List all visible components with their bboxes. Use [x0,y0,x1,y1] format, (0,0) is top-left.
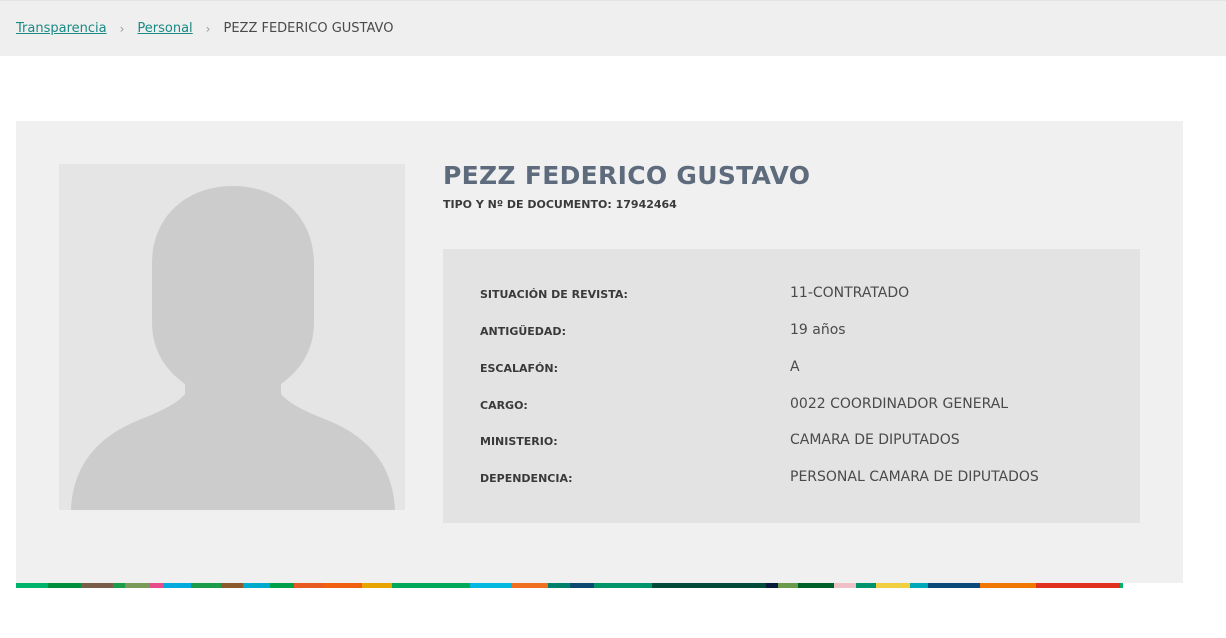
stripe-segment [876,583,910,588]
stripe-segment [928,583,980,588]
details-panel: SITUACIÓN DE REVISTA: 11-CONTRATADO ANTI… [443,249,1140,523]
stripe-segment [980,583,1036,588]
stripe-segment [243,583,270,588]
stripe-segment [548,583,570,588]
detail-row-antiguedad: ANTIGÜEDAD: 19 años [480,322,1120,342]
document-line: TIPO Y Nº DE DOCUMENTO: 17942464 [443,198,677,211]
stripe-segment [164,583,191,588]
detail-row-dependencia: DEPENDENCIA: PERSONAL CAMARA DE DIPUTADO… [480,469,1120,489]
color-stripe-divider [16,583,1183,588]
stripe-segment [270,583,294,588]
detail-row-cargo: CARGO: 0022 COORDINADOR GENERAL [480,396,1120,416]
stripe-segment [125,583,150,588]
detail-value: 11-CONTRATADO [790,285,910,301]
detail-row-ministerio: MINISTERIO: CAMARA DE DIPUTADOS [480,432,1120,452]
avatar-placeholder-icon [59,164,405,510]
detail-value: PERSONAL CAMARA DE DIPUTADOS [790,469,1039,485]
detail-value: CAMARA DE DIPUTADOS [790,432,960,448]
stripe-segment [362,583,392,588]
chevron-right-icon: › [205,21,211,36]
detail-value: A [790,359,800,375]
detail-value: 19 años [790,322,846,338]
stripe-segment [392,583,470,588]
stripe-segment [113,583,125,588]
detail-label: ESCALAFÓN: [480,362,559,375]
stripe-segment [798,583,834,588]
breadcrumb: Transparencia › Personal › PEZZ FEDERICO… [0,0,1226,56]
stripe-segment [221,583,243,588]
stripe-segment [48,583,81,588]
stripe-segment [324,583,362,588]
stripe-segment [766,583,778,588]
stripe-segment [652,583,766,588]
detail-label: CARGO: [480,399,528,412]
detail-label: SITUACIÓN DE REVISTA: [480,288,628,301]
document-label: TIPO Y Nº DE DOCUMENTO: [443,198,612,211]
breadcrumb-link-transparencia[interactable]: Transparencia [16,21,107,36]
detail-row-escalafon: ESCALAFÓN: A [480,359,1120,379]
stripe-segment [294,583,324,588]
stripe-segment [910,583,928,588]
stripe-segment [570,583,594,588]
person-name: PEZZ FEDERICO GUSTAVO [443,161,811,190]
stripe-segment [1120,583,1123,588]
chevron-right-icon: › [119,21,125,36]
stripe-segment [1036,583,1120,588]
breadcrumb-link-personal[interactable]: Personal [137,21,192,36]
stripe-segment [778,583,798,588]
detail-label: DEPENDENCIA: [480,472,573,485]
detail-label: MINISTERIO: [480,435,558,448]
stripe-segment [470,583,512,588]
user-silhouette-icon [71,186,395,510]
stripe-segment [856,583,876,588]
document-number: 17942464 [615,198,677,211]
detail-row-situacion: SITUACIÓN DE REVISTA: 11-CONTRATADO [480,285,1120,305]
profile-card: PEZZ FEDERICO GUSTAVO TIPO Y Nº DE DOCUM… [16,121,1183,583]
breadcrumb-current: PEZZ FEDERICO GUSTAVO [223,21,394,36]
detail-label: ANTIGÜEDAD: [480,325,566,338]
stripe-segment [834,583,856,588]
stripe-segment [150,583,164,588]
stripe-segment [594,583,652,588]
stripe-segment [81,583,113,588]
stripe-segment [16,583,48,588]
detail-value: 0022 COORDINADOR GENERAL [790,396,1009,412]
stripe-segment [191,583,221,588]
stripe-segment [512,583,548,588]
